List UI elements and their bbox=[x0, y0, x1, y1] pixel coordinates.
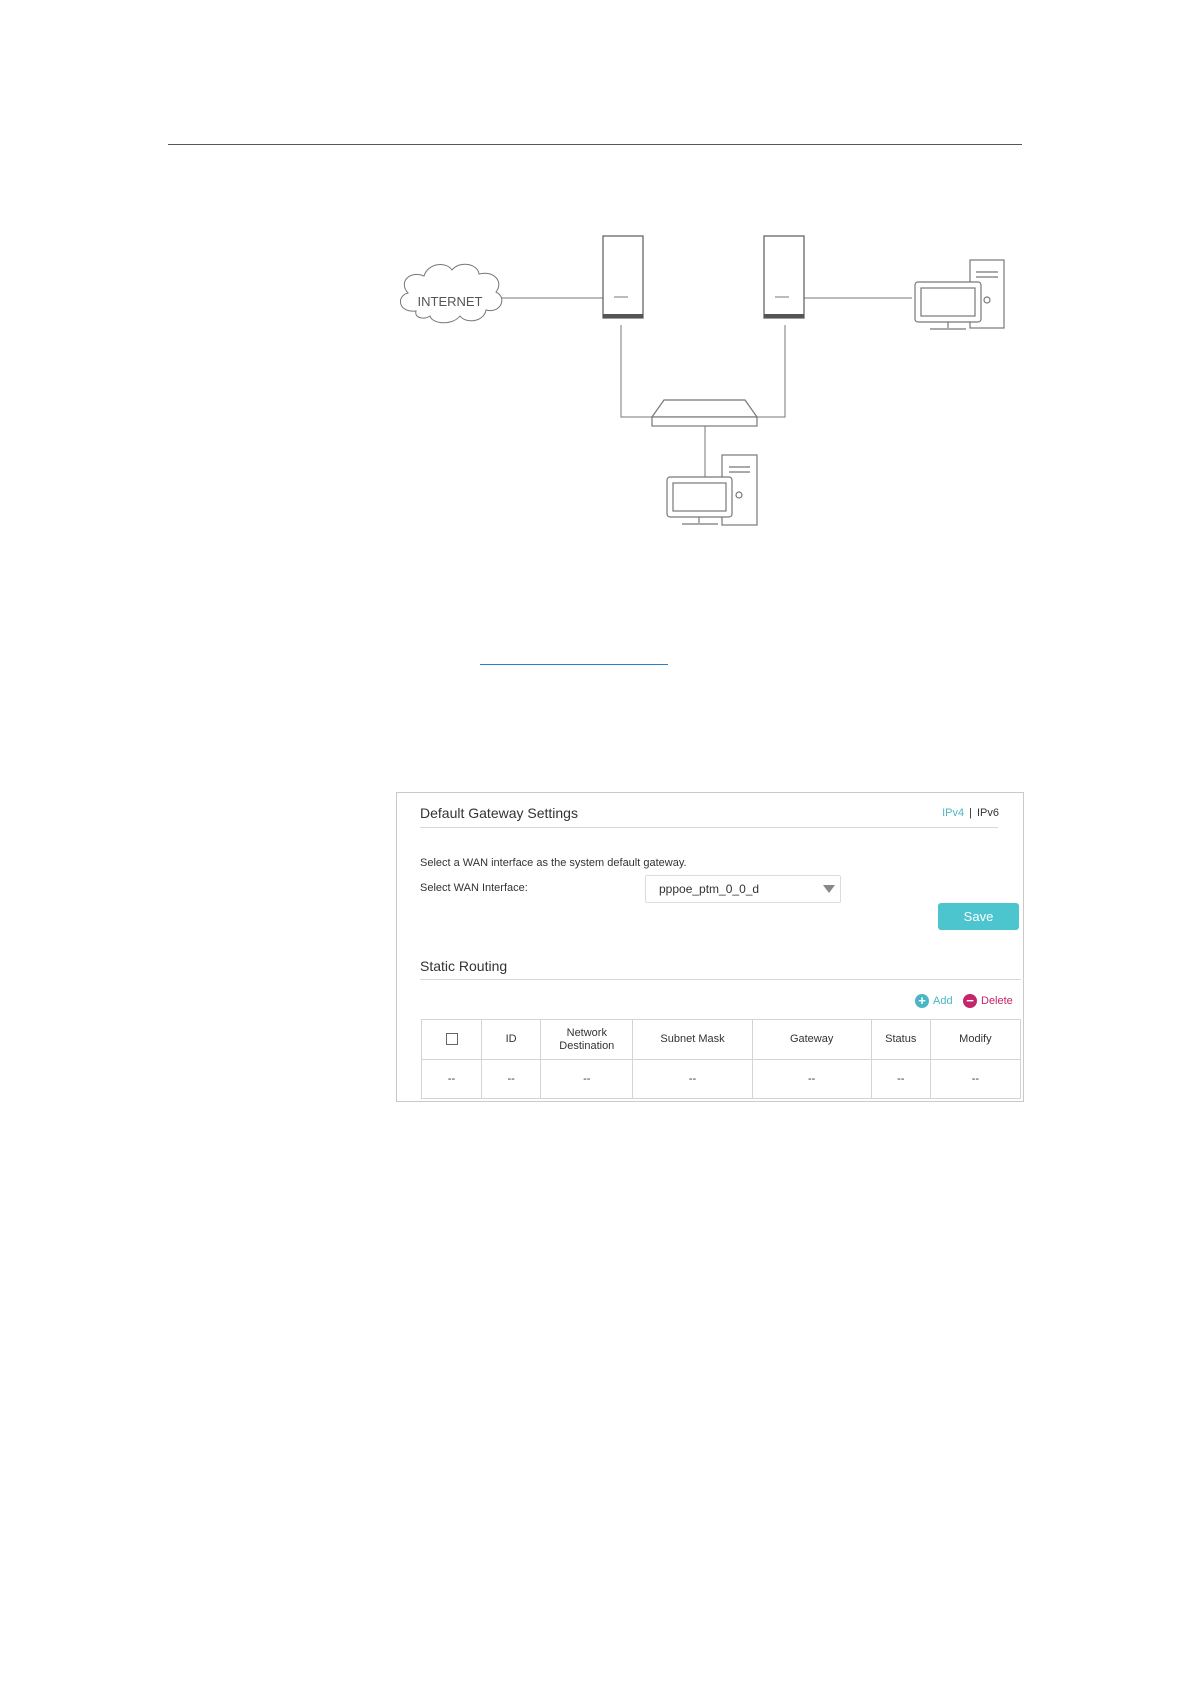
minus-icon: − bbox=[963, 994, 977, 1008]
wan-interface-select[interactable]: pppoe_ptm_0_0_d bbox=[645, 875, 841, 903]
section-divider bbox=[420, 827, 998, 828]
add-label: Add bbox=[933, 995, 953, 1007]
add-route-button[interactable]: + Add bbox=[915, 994, 953, 1008]
table-cell: -- bbox=[540, 1059, 634, 1099]
select-all-column bbox=[420, 1019, 483, 1060]
table-cell: -- bbox=[481, 1059, 542, 1099]
internet-label: INTERNET bbox=[418, 294, 483, 309]
tab-ipv6[interactable]: IPv6 bbox=[977, 807, 999, 819]
network-topology-diagram: INTERNET bbox=[400, 235, 1005, 526]
desktop-computer-right-icon bbox=[914, 259, 1005, 330]
delete-route-button[interactable]: − Delete bbox=[963, 994, 1013, 1008]
gateway-instruction: Select a WAN interface as the system def… bbox=[420, 857, 687, 869]
column-header: Subnet Mask bbox=[632, 1019, 753, 1060]
connection-lines bbox=[498, 297, 912, 477]
column-header: Network Destination bbox=[540, 1019, 634, 1060]
column-header: Modify bbox=[929, 1019, 1022, 1060]
table-cell: -- bbox=[751, 1059, 872, 1099]
wan-interface-label: Select WAN Interface: bbox=[420, 882, 528, 894]
table-cell: -- bbox=[929, 1059, 1022, 1099]
deco-unit-right-icon bbox=[763, 235, 805, 319]
table-cell: -- bbox=[870, 1059, 931, 1099]
default-gateway-title: Default Gateway Settings bbox=[420, 805, 578, 821]
table-cell: -- bbox=[632, 1059, 753, 1099]
section-divider bbox=[420, 979, 1021, 980]
table-row: -- -- -- -- -- -- -- bbox=[420, 1059, 1022, 1099]
table-header-row: ID Network Destination Subnet Mask Gatew… bbox=[420, 1019, 1022, 1060]
deco-unit-left-icon bbox=[602, 235, 644, 319]
column-header: ID bbox=[481, 1019, 542, 1060]
network-switch-icon bbox=[650, 399, 759, 427]
static-routing-table: ID Network Destination Subnet Mask Gatew… bbox=[420, 1019, 1022, 1099]
desktop-computer-bottom-icon bbox=[666, 454, 758, 526]
tab-separator: | bbox=[969, 807, 972, 819]
select-all-checkbox[interactable] bbox=[445, 1033, 458, 1046]
plus-icon: + bbox=[915, 994, 929, 1008]
hyperlink-underline[interactable] bbox=[480, 664, 668, 665]
tab-ipv4[interactable]: IPv4 bbox=[942, 807, 964, 819]
static-routing-title: Static Routing bbox=[420, 958, 508, 974]
column-header-label: Network Destination bbox=[559, 1026, 615, 1052]
column-header: Gateway bbox=[751, 1019, 872, 1060]
delete-label: Delete bbox=[981, 995, 1013, 1007]
column-header: Status bbox=[870, 1019, 931, 1060]
table-cell: -- bbox=[420, 1059, 483, 1099]
chevron-down-icon bbox=[823, 885, 835, 893]
save-button[interactable]: Save bbox=[938, 903, 1019, 930]
router-settings-panel: Default Gateway Settings IPv4 | IPv6 Selec… bbox=[396, 792, 1024, 1102]
wan-interface-value: pppoe_ptm_0_0_d bbox=[659, 882, 760, 896]
ip-version-tabs: IPv4 | IPv6 bbox=[942, 807, 999, 819]
